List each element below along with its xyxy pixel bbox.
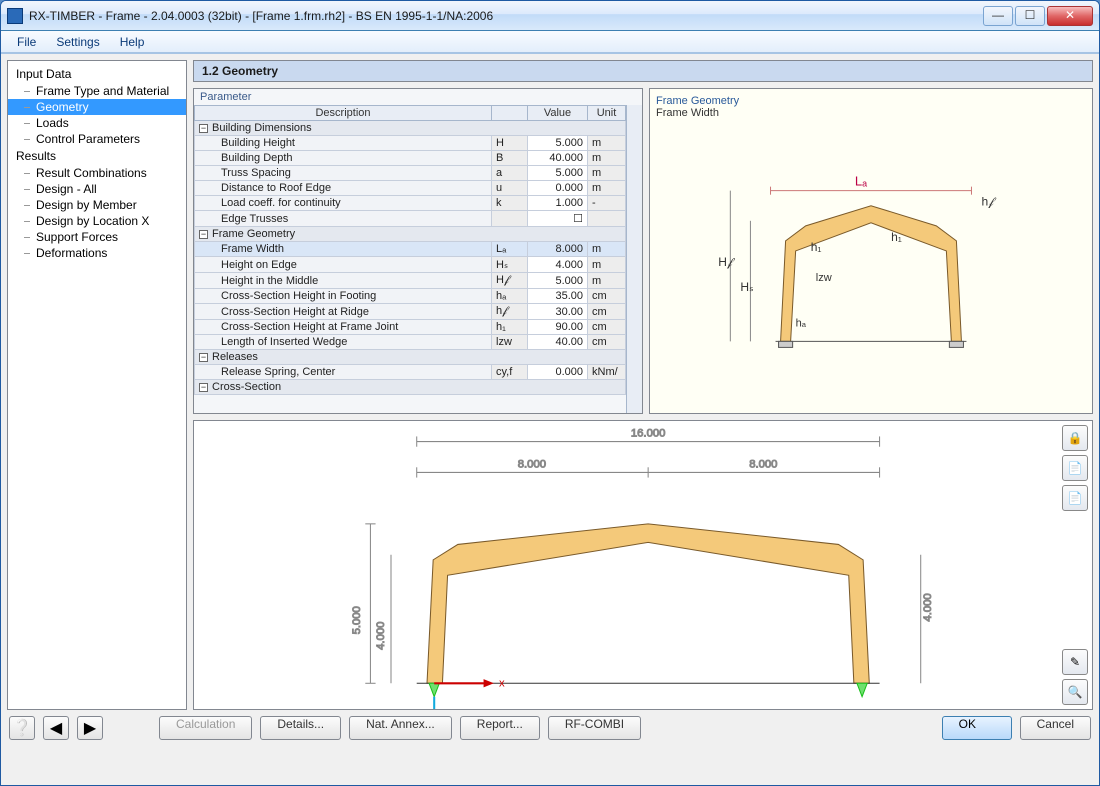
magnifier-icon[interactable]: 🔍 bbox=[1062, 679, 1088, 705]
parameter-table[interactable]: Parameter DescriptionValueUnit−Building … bbox=[193, 88, 643, 414]
cancel-button[interactable]: Cancel bbox=[1020, 716, 1091, 740]
param-row[interactable]: Load coeff. for continuityk1.000- bbox=[195, 196, 626, 211]
info-title: Frame Geometry bbox=[656, 95, 1086, 107]
titlebar: RX-TIMBER - Frame - 2.04.0003 (32bit) - … bbox=[1, 1, 1099, 31]
svg-text:4.000: 4.000 bbox=[922, 593, 934, 621]
section-title: 1.2 Geometry bbox=[193, 60, 1093, 82]
maximize-button[interactable]: ☐ bbox=[1015, 6, 1045, 26]
tool-icon[interactable]: ✎ bbox=[1062, 649, 1088, 675]
param-row[interactable]: Cross-Section Height in Footinghₐ35.00cm bbox=[195, 289, 626, 304]
svg-text:Hₛ: Hₛ bbox=[740, 280, 753, 294]
calculation-button[interactable]: Calculation bbox=[159, 716, 252, 740]
param-row[interactable]: Building HeightH5.000m bbox=[195, 136, 626, 151]
param-row[interactable]: Cross-Section Height at Ridgeh𝒻30.00cm bbox=[195, 304, 626, 320]
tree-item-support-forces[interactable]: Support Forces bbox=[8, 229, 186, 245]
param-row[interactable]: Edge Trusses☐ bbox=[195, 211, 626, 227]
param-row[interactable]: Truss Spacinga5.000m bbox=[195, 166, 626, 181]
menu-file[interactable]: File bbox=[7, 33, 46, 51]
tree-group-input: Input Data bbox=[8, 65, 186, 83]
svg-text:h₁: h₁ bbox=[891, 230, 902, 244]
prev-icon[interactable]: ◀ bbox=[43, 716, 69, 740]
tree-item-design-by-member[interactable]: Design by Member bbox=[8, 197, 186, 213]
tree-item-geometry[interactable]: Geometry bbox=[8, 99, 186, 115]
param-row[interactable]: Cross-Section Height at Frame Jointh₁90.… bbox=[195, 320, 626, 335]
tree-item-result-combinations[interactable]: Result Combinations bbox=[8, 165, 186, 181]
svg-text:8.000: 8.000 bbox=[518, 458, 546, 470]
svg-text:h𝒻: h𝒻 bbox=[982, 195, 998, 209]
svg-text:lzw: lzw bbox=[816, 272, 832, 284]
window-title: RX-TIMBER - Frame - 2.04.0003 (32bit) - … bbox=[29, 9, 983, 23]
param-row[interactable]: Height in the MiddleH𝒻5.000m bbox=[195, 273, 626, 289]
frame-reference-diagram: Lₐ h𝒻 H𝒻 Hₛ h₁ lzw hₐ h₁ bbox=[660, 119, 1082, 403]
tree-item-design-all[interactable]: Design - All bbox=[8, 181, 186, 197]
param-row[interactable]: Distance to Roof Edgeu0.000m bbox=[195, 181, 626, 196]
nat-annex-button[interactable]: Nat. Annex... bbox=[349, 716, 452, 740]
page-icon-2[interactable]: 📄 bbox=[1062, 485, 1088, 511]
tree-item-deformations[interactable]: Deformations bbox=[8, 245, 186, 261]
parameter-table-caption: Parameter bbox=[194, 89, 642, 105]
menu-settings[interactable]: Settings bbox=[46, 33, 109, 51]
param-row[interactable]: Release Spring, Centercy,f0.000kNm/ bbox=[195, 365, 626, 380]
svg-text:Lₐ: Lₐ bbox=[855, 174, 867, 189]
next-icon[interactable]: ▶ bbox=[77, 716, 103, 740]
info-panel: Frame Geometry Frame Width bbox=[649, 88, 1093, 414]
svg-text:5.000: 5.000 bbox=[351, 606, 363, 634]
minimize-button[interactable]: — bbox=[983, 6, 1013, 26]
footer-bar: ❔ ◀ ▶ Calculation Details... Nat. Annex.… bbox=[7, 710, 1093, 742]
rfcombi-button[interactable]: RF-COMBI bbox=[548, 716, 641, 740]
tree-item-frame-type[interactable]: Frame Type and Material bbox=[8, 83, 186, 99]
svg-text:x: x bbox=[499, 677, 505, 689]
tree-item-control-parameters[interactable]: Control Parameters bbox=[8, 131, 186, 147]
svg-text:8.000: 8.000 bbox=[749, 458, 777, 470]
lock-icon[interactable]: 🔒 bbox=[1062, 425, 1088, 451]
svg-text:h₁: h₁ bbox=[811, 240, 822, 254]
ok-button[interactable]: OK bbox=[942, 716, 1012, 740]
nav-tree[interactable]: Input Data Frame Type and Material Geome… bbox=[7, 60, 187, 710]
param-row[interactable]: Height on EdgeHₛ4.000m bbox=[195, 257, 626, 273]
svg-text:H𝒻: H𝒻 bbox=[718, 255, 736, 269]
tree-group-results: Results bbox=[8, 147, 186, 165]
param-row[interactable]: Building DepthB40.000m bbox=[195, 151, 626, 166]
page-icon-1[interactable]: 📄 bbox=[1062, 455, 1088, 481]
svg-text:4.000: 4.000 bbox=[375, 622, 387, 650]
param-row[interactable]: Frame WidthLₐ8.000m bbox=[195, 242, 626, 257]
details-button[interactable]: Details... bbox=[260, 716, 341, 740]
tree-item-design-by-locationx[interactable]: Design by Location X bbox=[8, 213, 186, 229]
svg-text:hₐ: hₐ bbox=[796, 317, 807, 329]
report-button[interactable]: Report... bbox=[460, 716, 540, 740]
scrollbar[interactable] bbox=[626, 105, 642, 413]
menu-help[interactable]: Help bbox=[110, 33, 155, 51]
menubar: File Settings Help bbox=[1, 31, 1099, 53]
close-button[interactable]: ✕ bbox=[1047, 6, 1093, 26]
svg-text:16.000: 16.000 bbox=[631, 427, 666, 439]
help-icon[interactable]: ❔ bbox=[9, 716, 35, 740]
frame-elevation-diagram[interactable]: 16.000 8.000 8.000 5.000 4.000 4.000 bbox=[193, 420, 1093, 710]
param-row[interactable]: Length of Inserted Wedgelzw40.00cm bbox=[195, 335, 626, 350]
info-subtitle: Frame Width bbox=[656, 107, 1086, 119]
app-icon bbox=[7, 8, 23, 24]
tree-item-loads[interactable]: Loads bbox=[8, 115, 186, 131]
